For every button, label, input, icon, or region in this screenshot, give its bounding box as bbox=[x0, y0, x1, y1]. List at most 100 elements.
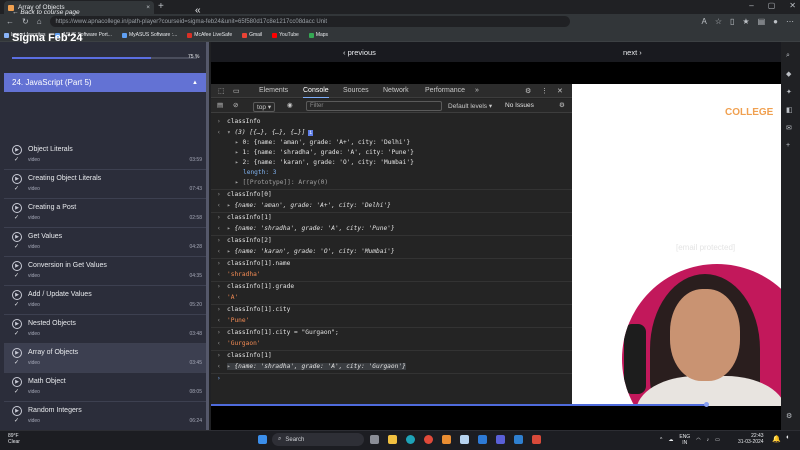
lesson-item[interactable]: ▶ ✓ Nested Objects video 03:48 bbox=[4, 315, 206, 344]
system-clock[interactable]: 22:43 31-03-2024 bbox=[738, 433, 764, 445]
devtools-settings-icon[interactable]: ⚙ bbox=[525, 87, 531, 95]
lesson-item[interactable]: ▶ ✓ Random Integers video 06:24 bbox=[4, 402, 206, 431]
office-icon[interactable]: ◧ bbox=[786, 106, 793, 114]
chevron-up-icon[interactable]: ^ bbox=[660, 437, 662, 443]
lesson-item[interactable]: ▶ ✓ Conversion in Get Values video 04:35 bbox=[4, 257, 206, 286]
outlook-icon[interactable]: ✉ bbox=[786, 124, 792, 132]
console-output-line[interactable]: ▸ {name: 'karan', grade: 'O', city: 'Mum… bbox=[227, 248, 395, 255]
tab-console[interactable]: Console bbox=[303, 87, 329, 98]
console-output-line[interactable]: ▾ (3) [{…}, {…}, {…}] i bbox=[227, 129, 314, 136]
console-expanded-line[interactable]: ▸ [[Prototype]]: Array(0) bbox=[235, 179, 328, 186]
language-indicator[interactable]: ENG IN bbox=[679, 434, 690, 446]
maximize-icon[interactable]: ▢ bbox=[768, 1, 776, 10]
new-tab-button[interactable]: + bbox=[158, 1, 164, 13]
volume-icon[interactable]: ♪ bbox=[707, 437, 710, 443]
app-icon[interactable] bbox=[532, 435, 541, 444]
lesson-item[interactable]: ▶ ✓ Creating a Post video 02:58 bbox=[4, 199, 206, 228]
bookmark-maps[interactable]: Maps bbox=[308, 32, 328, 38]
console-expanded-line[interactable]: ▸ 2: {name: 'karan', grade: 'O', city: '… bbox=[235, 159, 414, 166]
collections-icon[interactable]: ▤ bbox=[758, 17, 766, 26]
add-app-icon[interactable]: + bbox=[786, 142, 790, 149]
sidebar-scrollbar[interactable] bbox=[206, 42, 209, 430]
taskbar-search[interactable]: ⌕ Search bbox=[272, 433, 364, 446]
file-explorer-icon[interactable] bbox=[388, 435, 397, 444]
favorites-icon[interactable]: ★ bbox=[742, 17, 749, 26]
battery-icon[interactable]: ▭ bbox=[715, 437, 720, 443]
lesson-item[interactable]: ▶ ✓ Get Values video 04:28 bbox=[4, 228, 206, 257]
sidebar-toggle-icon[interactable]: ▤ bbox=[217, 101, 223, 109]
back-to-course-link[interactable]: ← Back to course page bbox=[12, 9, 80, 16]
lesson-item[interactable]: ▶ ✓ Creating Object Literals video 07:43 bbox=[4, 170, 206, 199]
reload-icon[interactable]: ↻ bbox=[22, 17, 29, 26]
video-progress-bar[interactable] bbox=[211, 404, 707, 406]
search-icon[interactable]: ⌕ bbox=[786, 52, 790, 60]
edge-icon[interactable] bbox=[406, 435, 415, 444]
task-view-icon[interactable] bbox=[370, 435, 379, 444]
device-toggle-icon[interactable]: ▭ bbox=[233, 87, 240, 95]
console-settings-icon[interactable]: ⚙ bbox=[559, 101, 565, 109]
context-select[interactable]: top ▾ bbox=[253, 102, 276, 112]
read-aloud-icon[interactable]: A bbox=[702, 17, 707, 26]
tab-sources[interactable]: Sources bbox=[343, 87, 369, 94]
inspect-icon[interactable]: ⬚ bbox=[218, 87, 225, 95]
start-icon[interactable] bbox=[258, 435, 267, 444]
section-header[interactable]: 24. JavaScript (Part 5) ▲ bbox=[4, 73, 206, 92]
lesson-nav-bar bbox=[211, 42, 781, 62]
console-output-line[interactable]: ▸ {name: 'aman', grade: 'A+', city: 'Del… bbox=[227, 202, 391, 209]
wifi-icon[interactable]: ◠ bbox=[696, 437, 700, 443]
profile-icon[interactable]: ● bbox=[773, 17, 778, 26]
address-bar[interactable]: https://www.apnacollege.in/path-player?c… bbox=[49, 16, 570, 27]
console-output-line[interactable]: ▸ {name: 'shradha', grade: 'A', city: 'P… bbox=[227, 225, 395, 232]
tab-network[interactable]: Network bbox=[383, 87, 409, 94]
prompt-chevron-icon[interactable]: › bbox=[217, 375, 221, 382]
bookmark-myasus[interactable]: MyASUS Software :... bbox=[121, 32, 177, 38]
teams-icon[interactable] bbox=[496, 435, 505, 444]
bookmark-youtube[interactable]: YouTube bbox=[272, 32, 299, 38]
home-icon[interactable]: ⌂ bbox=[37, 17, 42, 26]
bookmark-mcafee[interactable]: McAfee LiveSafe bbox=[187, 32, 232, 38]
media-app-icon[interactable] bbox=[442, 435, 451, 444]
lesson-item[interactable]: ▶ ✓ Add / Update Values video 05:20 bbox=[4, 286, 206, 315]
tab-close-icon[interactable]: × bbox=[146, 4, 150, 11]
eye-icon[interactable]: ◉ bbox=[287, 101, 293, 109]
log-levels-select[interactable]: Default levels ▾ bbox=[448, 102, 492, 110]
lesson-item[interactable]: ▶ ✓ Object Literals video 03:59 bbox=[4, 141, 206, 170]
clear-console-icon[interactable]: ⊘ bbox=[233, 101, 238, 109]
notification-bell-icon[interactable]: 🔔 bbox=[772, 435, 781, 443]
store-icon[interactable] bbox=[460, 435, 469, 444]
bookmark-gmail[interactable]: Gmail bbox=[242, 32, 262, 38]
collapse-sidebar-icon[interactable]: « bbox=[195, 5, 201, 16]
tab-elements[interactable]: Elements bbox=[259, 87, 288, 94]
check-icon: ✓ bbox=[14, 244, 20, 250]
more-tabs-icon[interactable]: » bbox=[475, 87, 479, 94]
side-settings-icon[interactable]: ⚙ bbox=[786, 412, 792, 420]
filter-input[interactable]: Filter bbox=[306, 101, 442, 111]
previous-lesson-button[interactable]: ‹ previous bbox=[343, 48, 376, 57]
vscode-icon[interactable] bbox=[514, 435, 523, 444]
issues-button[interactable]: No Issues bbox=[505, 102, 534, 109]
chrome-icon[interactable] bbox=[424, 435, 433, 444]
tools-icon[interactable]: ✦ bbox=[786, 88, 792, 96]
next-lesson-button[interactable]: next › bbox=[623, 48, 642, 57]
minimize-icon[interactable]: – bbox=[749, 1, 753, 10]
split-screen-icon[interactable]: ▯ bbox=[730, 17, 734, 26]
devtools-close-icon[interactable]: ✕ bbox=[557, 87, 563, 95]
console-expanded-line[interactable]: ▸ 0: {name: 'aman', grade: 'A+', city: '… bbox=[235, 139, 410, 146]
copilot-icon[interactable]: ◐ bbox=[786, 434, 790, 441]
devtools-more-icon[interactable]: ⋮ bbox=[541, 87, 548, 95]
favorite-star-icon[interactable]: ☆ bbox=[715, 17, 722, 26]
video-progress-handle[interactable] bbox=[703, 402, 709, 407]
window-close-icon[interactable]: ✕ bbox=[789, 1, 796, 10]
console-output-line[interactable]: ▸ {name: 'shradha', grade: 'A', city: 'G… bbox=[227, 363, 406, 370]
lesson-title: Random Integers bbox=[28, 407, 82, 414]
mail-app-icon[interactable] bbox=[478, 435, 487, 444]
tab-performance[interactable]: Performance bbox=[425, 87, 465, 94]
lesson-item[interactable]: ▶ ✓ Array of Objects video 03:45 bbox=[4, 344, 206, 373]
weather-widget[interactable]: 89°F Clear bbox=[8, 433, 20, 445]
cloud-icon[interactable]: ☁ bbox=[668, 437, 673, 443]
lesson-item[interactable]: ▶ ✓ Math Object video 08:05 bbox=[4, 373, 206, 402]
back-arrow-icon[interactable]: ← bbox=[6, 17, 14, 26]
shopping-icon[interactable]: ◆ bbox=[786, 70, 791, 78]
console-expanded-line[interactable]: ▸ 1: {name: 'shradha', grade: 'A', city:… bbox=[235, 149, 414, 156]
more-menu-icon[interactable]: ⋯ bbox=[786, 17, 794, 26]
